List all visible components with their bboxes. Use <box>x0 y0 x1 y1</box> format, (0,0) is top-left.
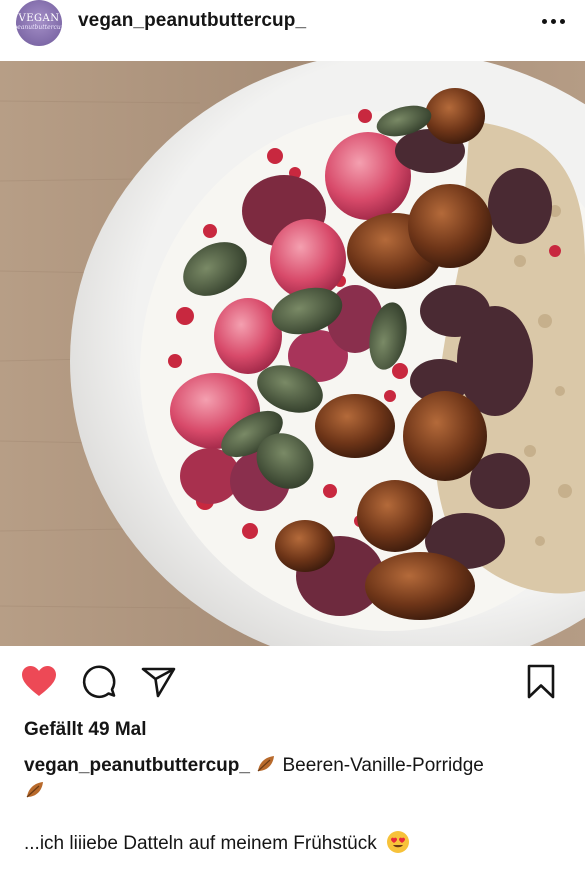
caption-second-line: ...ich liiiebe Datteln auf meinem Frühst… <box>24 830 569 855</box>
caption: vegan_peanutbuttercup_ Beeren-Vanille-Po… <box>24 753 569 805</box>
action-bar <box>0 646 585 716</box>
bookmark-icon[interactable] <box>523 664 559 700</box>
avatar-text-line2: peanutbuttercup <box>16 24 62 31</box>
caption-username[interactable]: vegan_peanutbuttercup_ <box>24 755 250 776</box>
avatar-text-line1: VEGAN <box>18 13 60 24</box>
likes-count[interactable]: Gefällt 49 Mal <box>24 719 147 741</box>
post-header: VEGAN peanutbuttercup vegan_peanutbutter… <box>0 0 585 60</box>
comment-icon[interactable] <box>81 664 117 700</box>
more-horizontal-icon[interactable] <box>536 13 570 29</box>
autumn-leaf-emoji <box>26 782 43 798</box>
send-icon[interactable] <box>141 664 177 700</box>
autumn-leaf-emoji <box>257 756 275 772</box>
caption-second-text: ...ich liiiebe Datteln auf meinem Frühst… <box>24 833 377 854</box>
heart-eyes-emoji <box>387 831 409 853</box>
post-username[interactable]: vegan_peanutbuttercup_ <box>78 10 306 32</box>
avatar[interactable]: VEGAN peanutbuttercup <box>16 0 62 46</box>
post-photo[interactable] <box>0 61 585 646</box>
caption-text: Beeren-Vanille-Porridge <box>282 755 484 776</box>
heart-filled-icon[interactable] <box>21 664 57 700</box>
